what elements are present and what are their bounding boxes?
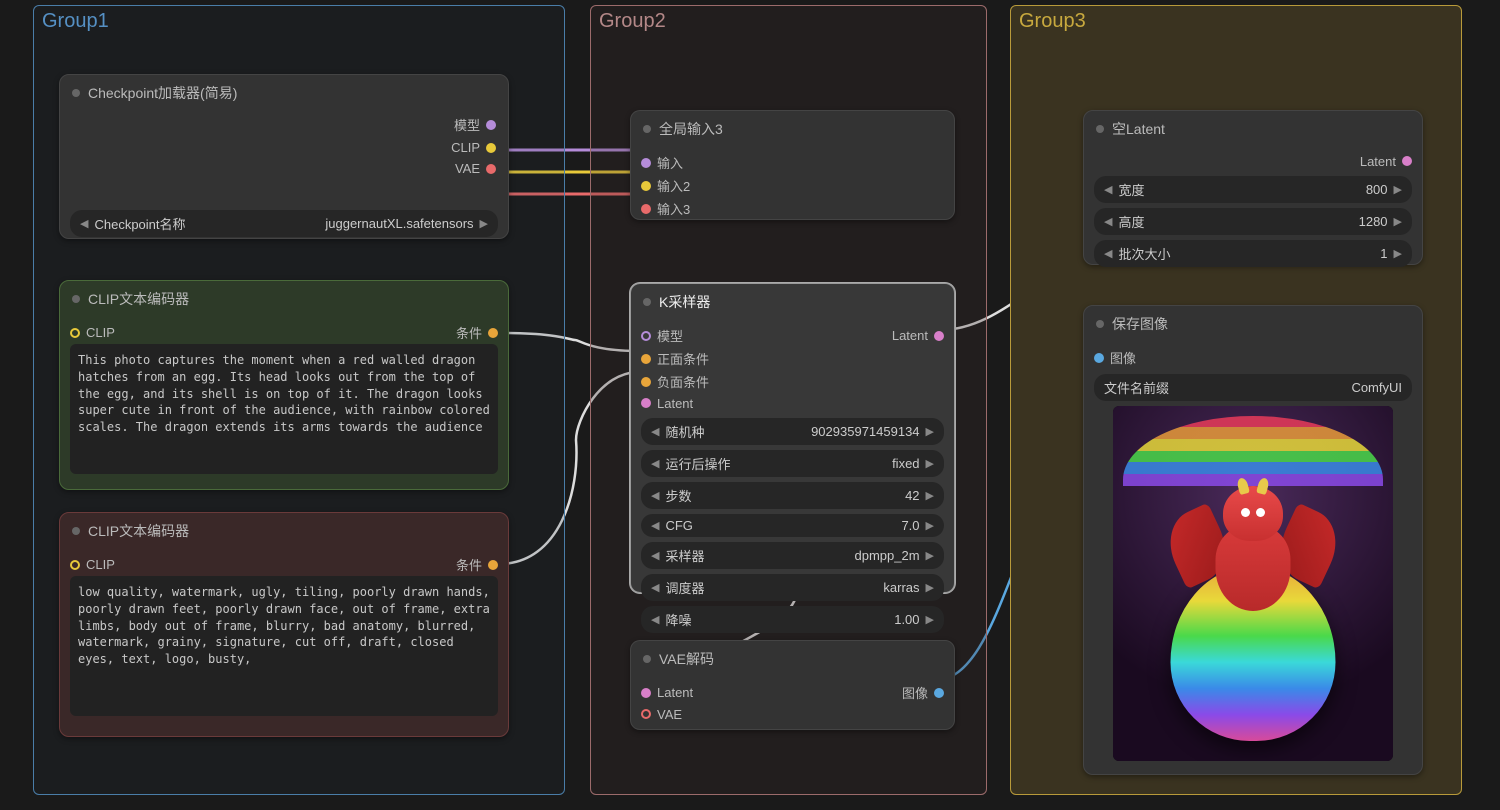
collapse-icon[interactable]: [643, 298, 651, 306]
group-3-title: Group3: [1019, 10, 1086, 33]
port-latent-in[interactable]: [641, 398, 651, 408]
node-title: CLIP文本编码器: [88, 521, 189, 541]
widget-scheduler[interactable]: ◀调度器karras▶: [641, 574, 944, 601]
port-vae[interactable]: [486, 164, 496, 174]
node-ksampler[interactable]: K采样器 模型 Latent 正面条件 负面条件 Latent ◀随机种9029…: [630, 283, 955, 593]
port-pos-in[interactable]: [641, 354, 651, 364]
port-image-in[interactable]: [1094, 353, 1104, 363]
widget-sampler[interactable]: ◀采样器dpmpp_2m▶: [641, 542, 944, 569]
collapse-icon[interactable]: [643, 655, 651, 663]
collapse-icon[interactable]: [643, 125, 651, 133]
widget-filename-prefix[interactable]: 文件名前缀ComfyUI: [1094, 374, 1412, 401]
widget-seed[interactable]: ◀随机种902935971459134▶: [641, 418, 944, 445]
node-title: VAE解码: [659, 649, 714, 669]
node-title: CLIP文本编码器: [88, 289, 189, 309]
widget-denoise[interactable]: ◀降噪1.00▶: [641, 606, 944, 633]
port-in-2[interactable]: [641, 181, 651, 191]
port-model[interactable]: [486, 120, 496, 130]
port-vae-in[interactable]: [641, 709, 651, 719]
node-title: 保存图像: [1112, 314, 1168, 334]
prompt-text-negative[interactable]: low quality, watermark, ugly, tiling, po…: [70, 576, 498, 716]
port-clip-in[interactable]: [70, 328, 80, 338]
port-clip[interactable]: [486, 143, 496, 153]
port-latent-in[interactable]: [641, 688, 651, 698]
group-2-title: Group2: [599, 10, 666, 33]
collapse-icon[interactable]: [1096, 125, 1104, 133]
node-global-input[interactable]: 全局输入3 输入 输入2 输入3: [630, 110, 955, 220]
collapse-icon[interactable]: [1096, 320, 1104, 328]
chevron-left-icon[interactable]: ◀: [80, 217, 88, 230]
widget-cfg[interactable]: ◀CFG7.0▶: [641, 514, 944, 537]
port-model-in[interactable]: [641, 331, 651, 341]
node-title: 空Latent: [1112, 119, 1165, 139]
widget-steps[interactable]: ◀步数42▶: [641, 482, 944, 509]
node-title: K采样器: [659, 292, 710, 312]
group-1-title: Group1: [42, 10, 109, 33]
collapse-icon[interactable]: [72, 295, 80, 303]
output-vae-label: VAE: [455, 161, 480, 176]
node-vae-decode[interactable]: VAE解码 Latent 图像 VAE: [630, 640, 955, 730]
port-in-3[interactable]: [641, 204, 651, 214]
widget-control-after[interactable]: ◀运行后操作fixed▶: [641, 450, 944, 477]
output-model-label: 模型: [454, 115, 480, 134]
port-clip-in[interactable]: [70, 560, 80, 570]
node-clip-encode-positive[interactable]: CLIP文本编码器 CLIP 条件 This photo captures th…: [59, 280, 509, 490]
chevron-right-icon[interactable]: ▶: [480, 217, 488, 230]
node-title: 全局输入3: [659, 119, 723, 139]
preview-image: [1113, 406, 1393, 761]
port-latent-out[interactable]: [1402, 156, 1412, 166]
collapse-icon[interactable]: [72, 527, 80, 535]
widget-height[interactable]: ◀高度1280▶: [1094, 208, 1412, 235]
node-save-image[interactable]: 保存图像 图像 文件名前缀ComfyUI: [1083, 305, 1423, 775]
node-checkpoint-loader[interactable]: Checkpoint加载器(简易) 模型 CLIP VAE ◀Checkpoin…: [59, 74, 509, 239]
node-title: Checkpoint加载器(简易): [88, 83, 237, 103]
widget-width[interactable]: ◀宽度800▶: [1094, 176, 1412, 203]
port-cond-out[interactable]: [488, 560, 498, 570]
collapse-icon[interactable]: [72, 89, 80, 97]
output-clip-label: CLIP: [451, 140, 480, 155]
widget-ckpt-name[interactable]: ◀Checkpoint名称 juggernautXL.safetensors▶: [70, 210, 498, 237]
widget-batch[interactable]: ◀批次大小1▶: [1094, 240, 1412, 267]
prompt-text-positive[interactable]: This photo captures the moment when a re…: [70, 344, 498, 474]
node-clip-encode-negative[interactable]: CLIP文本编码器 CLIP 条件 low quality, watermark…: [59, 512, 509, 737]
port-image-out[interactable]: [934, 688, 944, 698]
node-empty-latent[interactable]: 空Latent Latent ◀宽度800▶ ◀高度1280▶ ◀批次大小1▶: [1083, 110, 1423, 265]
port-cond-out[interactable]: [488, 328, 498, 338]
port-latent-out[interactable]: [934, 331, 944, 341]
port-neg-in[interactable]: [641, 377, 651, 387]
port-in-1[interactable]: [641, 158, 651, 168]
